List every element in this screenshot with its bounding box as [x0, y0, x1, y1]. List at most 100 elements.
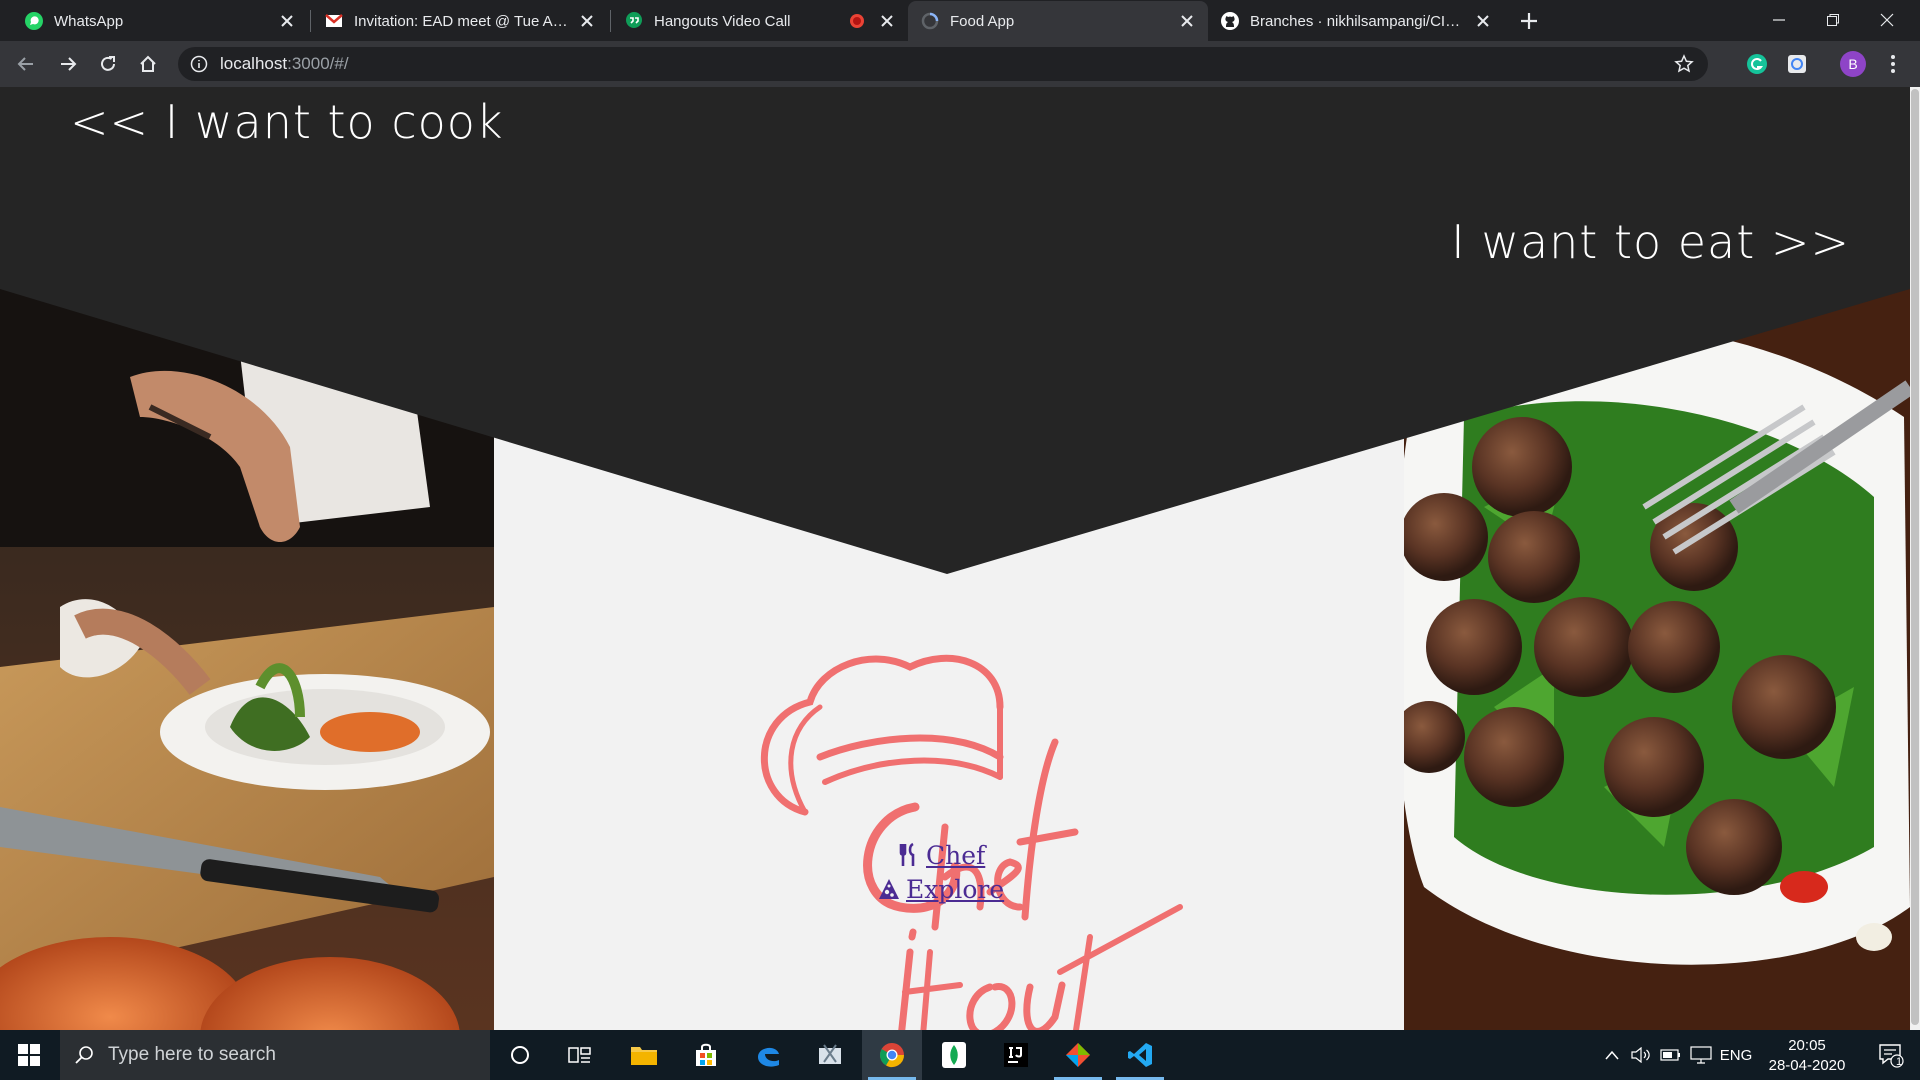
- tab-hangouts[interactable]: Hangouts Video Call: [612, 1, 908, 41]
- browser-menu-button[interactable]: [1880, 51, 1906, 77]
- speaker-icon: [1631, 1047, 1650, 1063]
- search-placeholder: Type here to search: [108, 1044, 276, 1065]
- grammarly-extension[interactable]: [1744, 51, 1770, 77]
- minimize-icon: [1773, 19, 1785, 21]
- extension-icon: [1788, 55, 1806, 73]
- notification-count: 1: [1896, 1056, 1903, 1068]
- page-scrollbar[interactable]: [1910, 87, 1920, 1030]
- vscode-button[interactable]: [1110, 1030, 1170, 1080]
- intellij-button[interactable]: [986, 1030, 1046, 1080]
- mongodb-compass-button[interactable]: [924, 1030, 984, 1080]
- home-icon: [140, 55, 156, 72]
- hangouts-icon: [626, 12, 642, 28]
- chef-it-out-logo: [760, 654, 1183, 1030]
- whatsapp-icon: [25, 12, 43, 30]
- close-window-button[interactable]: [1860, 0, 1914, 40]
- tab-title: Food App: [950, 12, 1015, 30]
- chrome-icon: [879, 1043, 904, 1068]
- forward-button[interactable]: [54, 50, 82, 78]
- nav-chef-link[interactable]: Chef: [896, 838, 1004, 872]
- battery-button[interactable]: [1656, 1030, 1686, 1080]
- tab-invitation[interactable]: Invitation: EAD meet @ Tue Apr 28: [312, 1, 608, 41]
- new-tab-button[interactable]: [1514, 6, 1544, 36]
- tab-food-app[interactable]: Food App: [908, 1, 1208, 41]
- bookmark-star-icon[interactable]: [1674, 54, 1694, 74]
- snipping-tool-icon: [819, 1044, 841, 1064]
- close-icon[interactable]: [1178, 12, 1196, 30]
- nav-explore-label: Explore: [906, 874, 1005, 904]
- action-center-button[interactable]: 1: [1862, 1030, 1920, 1080]
- close-icon[interactable]: [1474, 12, 1492, 30]
- nav-chef-label: Chef: [926, 840, 986, 870]
- cortana-button[interactable]: [490, 1030, 550, 1080]
- edge-icon: [758, 1047, 779, 1067]
- profile-button[interactable]: B: [1840, 51, 1866, 77]
- taskbar-clock[interactable]: 20:05 28-04-2020: [1752, 1036, 1862, 1076]
- info-icon[interactable]: [190, 55, 208, 73]
- mongodb-icon: [942, 1042, 966, 1068]
- i-want-to-cook-link[interactable]: << I want to cook: [70, 95, 504, 149]
- tab-separator: [610, 10, 611, 32]
- close-icon[interactable]: [278, 12, 296, 30]
- close-icon[interactable]: [878, 12, 896, 30]
- back-button[interactable]: [12, 50, 40, 78]
- scrollbar-thumb[interactable]: [1911, 89, 1919, 1025]
- chrome-taskbar-button[interactable]: [862, 1030, 922, 1080]
- nav-explore-link[interactable]: Explore: [876, 872, 1004, 906]
- reload-button[interactable]: [94, 50, 122, 78]
- tab-strip: WhatsApp Invitation: EAD meet @ Tue Apr …: [0, 0, 1920, 41]
- intellij-icon: [1004, 1043, 1028, 1067]
- arrow-right-icon: [61, 57, 77, 71]
- input-language-button[interactable]: ENG: [1716, 1030, 1756, 1080]
- network-icon: [1690, 1046, 1712, 1064]
- start-button[interactable]: [0, 1030, 58, 1080]
- tab-title: Invitation: EAD meet @ Tue Apr 28: [354, 12, 570, 30]
- more-vertical-icon: [1891, 55, 1895, 73]
- extension-button[interactable]: [1784, 51, 1810, 77]
- address-bar[interactable]: localhost:3000/#/: [178, 47, 1708, 81]
- vscode-icon: [1128, 1043, 1152, 1067]
- file-explorer-button[interactable]: [614, 1030, 674, 1080]
- url-path: :3000/#/: [287, 54, 349, 73]
- url-host: localhost: [220, 54, 288, 73]
- browser-toolbar: localhost:3000/#/ B: [0, 41, 1920, 87]
- profile-initial: B: [1848, 56, 1858, 72]
- microsoft-store-button[interactable]: [676, 1030, 736, 1080]
- folder-icon: [631, 1047, 657, 1065]
- tab-title: Branches · nikhilsampangi/CIO_web: [1250, 12, 1466, 30]
- taskbar-search-box[interactable]: Type here to search: [60, 1030, 490, 1080]
- tab-separator: [310, 10, 311, 32]
- clock-time: 20:05: [1788, 1037, 1826, 1054]
- tab-github[interactable]: Branches · nikhilsampangi/CIO_web: [1208, 1, 1504, 41]
- tab-whatsapp[interactable]: WhatsApp: [12, 1, 308, 41]
- home-button[interactable]: [134, 50, 162, 78]
- food-app-page: << I want to cook I want to eat >> Chef …: [0, 87, 1910, 1030]
- close-icon: [1880, 13, 1894, 27]
- clock-date: 28-04-2020: [1768, 1057, 1846, 1074]
- gitkraken-icon: [1066, 1043, 1090, 1067]
- gmail-icon: [325, 14, 343, 27]
- minimize-button[interactable]: [1752, 0, 1806, 40]
- tab-title: WhatsApp: [54, 12, 124, 30]
- cortana-icon: [511, 1046, 529, 1064]
- pizza-icon: [879, 879, 899, 899]
- reload-icon: [101, 56, 115, 71]
- task-view-button[interactable]: [550, 1030, 610, 1080]
- restore-button[interactable]: [1806, 0, 1860, 40]
- restore-icon: [1827, 14, 1839, 26]
- i-want-to-eat-link[interactable]: I want to eat >>: [1451, 215, 1850, 269]
- windows-logo-icon: [18, 1044, 40, 1066]
- volume-button[interactable]: [1626, 1030, 1656, 1080]
- snipping-tool-button[interactable]: [800, 1030, 860, 1080]
- arrow-left-icon: [17, 57, 33, 71]
- show-hidden-icons-button[interactable]: [1598, 1030, 1626, 1080]
- search-icon: [75, 1046, 93, 1064]
- gitkraken-button[interactable]: [1048, 1030, 1108, 1080]
- close-icon[interactable]: [578, 12, 596, 30]
- edge-button[interactable]: [738, 1030, 798, 1080]
- github-icon: [1221, 12, 1239, 30]
- network-button[interactable]: [1686, 1030, 1716, 1080]
- main-nav-menu: Chef Explore: [879, 838, 1004, 906]
- store-icon: [696, 1043, 716, 1066]
- chevron-up-icon: [1605, 1050, 1619, 1060]
